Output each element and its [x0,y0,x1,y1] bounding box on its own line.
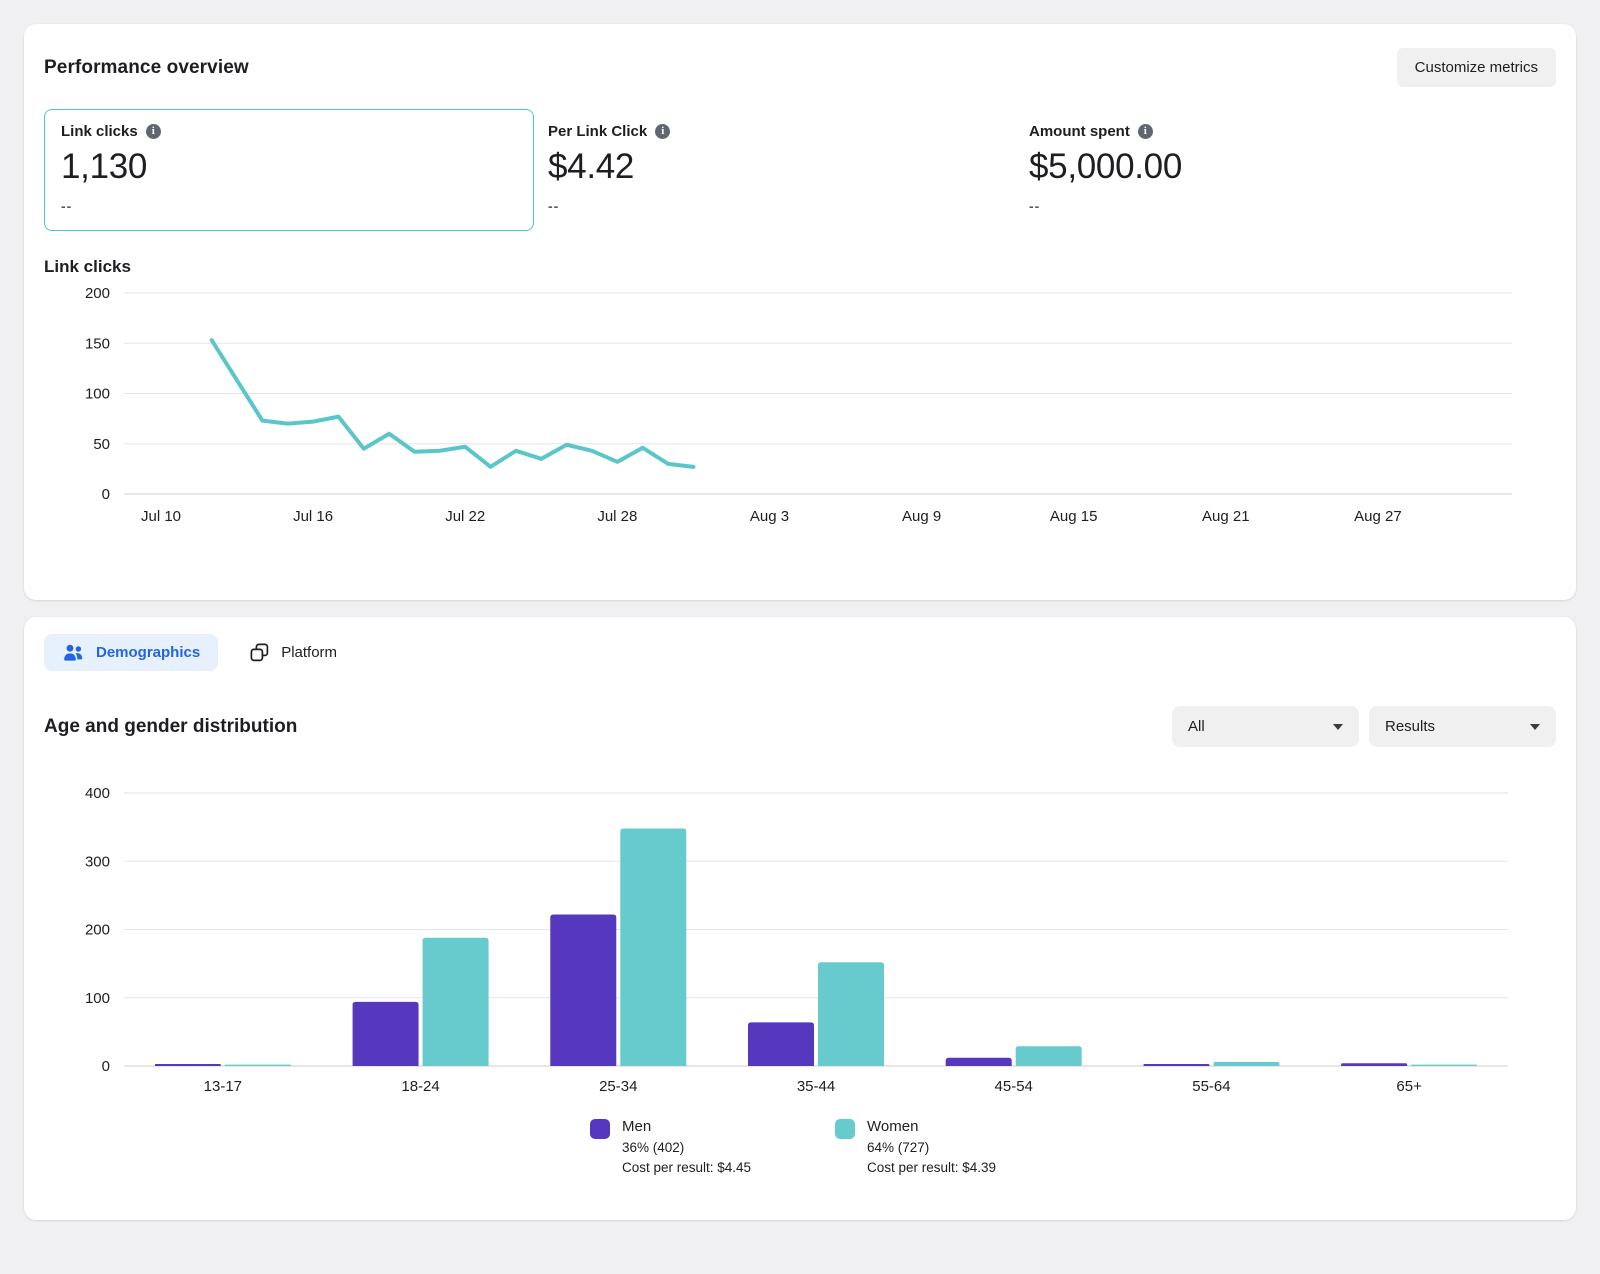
breakdown-card: Demographics Platform Age and gender dis… [24,617,1576,1220]
svg-text:Aug 3: Aug 3 [750,508,789,525]
svg-text:150: 150 [85,335,110,352]
legend-swatch [835,1119,855,1139]
metric-label: Link clicks [61,123,138,140]
info-icon[interactable]: i [655,124,670,139]
svg-text:200: 200 [85,922,110,939]
link-clicks-line-chart: 0 50 100 150 200 Jul 10 Jul 16 Jul 22 Jul 28 Aug … [44,283,1548,537]
metric-value: $5,000.00 [1029,147,1182,187]
section-header: Age and gender distribution All Results [44,706,1556,747]
overlapping-squares-icon [250,643,269,662]
chart-legend: Men 36% (402) Cost per result: $4.45 Wom… [44,1118,1556,1175]
legend-name: Women [867,1118,996,1135]
legend-swatch [590,1119,610,1139]
metric-delta: -- [548,198,1029,214]
svg-text:100: 100 [85,990,110,1007]
metric-delta: -- [1029,198,1182,214]
legend-item-men: Men 36% (402) Cost per result: $4.45 [590,1118,765,1175]
svg-text:Jul 22: Jul 22 [445,508,485,525]
age-gender-bar-chart: 0 100 200 300 400 13-17 18-24 25-34 35-44 45-54 55… [44,775,1548,1101]
metric-value: $4.42 [548,147,1029,187]
svg-text:35-44: 35-44 [797,1078,835,1095]
age-gender-title: Age and gender distribution [44,716,297,738]
svg-text:300: 300 [85,853,110,870]
svg-text:200: 200 [85,285,110,302]
svg-text:400: 400 [85,785,110,802]
svg-text:Jul 28: Jul 28 [597,508,637,525]
breakdown-tabs: Demographics Platform [44,633,1556,672]
svg-text:Jul 16: Jul 16 [293,508,333,525]
legend-cost: Cost per result: $4.39 [867,1160,996,1175]
legend-share: 36% (402) [622,1140,751,1155]
dropdown-value: All [1188,718,1205,735]
dropdown-value: Results [1385,718,1435,735]
metric-label: Amount spent [1029,123,1130,140]
svg-text:0: 0 [102,486,110,503]
metric-value: 1,130 [61,147,517,187]
svg-text:Aug 15: Aug 15 [1050,508,1098,525]
line-chart-title: Link clicks [44,257,1556,277]
svg-text:25-34: 25-34 [599,1078,637,1095]
metric-card-amount-spent[interactable]: Amount spent i $5,000.00 -- [1029,109,1182,214]
people-icon [62,644,84,661]
legend-name: Men [622,1118,751,1135]
chevron-down-icon [1333,724,1343,730]
filter-dropdown-results[interactable]: Results [1369,706,1556,747]
filter-dropdown-all[interactable]: All [1172,706,1359,747]
svg-text:65+: 65+ [1396,1078,1422,1095]
customize-metrics-button[interactable]: Customize metrics [1397,48,1556,87]
metric-label: Per Link Click [548,123,647,140]
metric-delta: -- [61,198,517,214]
svg-text:Aug 9: Aug 9 [902,508,941,525]
chevron-down-icon [1530,724,1540,730]
tab-label: Demographics [96,644,200,661]
svg-text:55-64: 55-64 [1192,1078,1230,1095]
svg-text:Jul 10: Jul 10 [141,508,181,525]
performance-overview-card: Performance overview Customize metrics L… [24,24,1576,600]
svg-text:50: 50 [93,436,110,453]
metric-card-link-clicks[interactable]: Link clicks i 1,130 -- [44,109,534,231]
svg-text:Aug 21: Aug 21 [1202,508,1250,525]
filters: All Results [1172,706,1556,747]
tab-demographics[interactable]: Demographics [44,634,218,671]
svg-text:0: 0 [102,1058,110,1075]
legend-cost: Cost per result: $4.45 [622,1160,751,1175]
svg-text:Aug 27: Aug 27 [1354,508,1402,525]
svg-text:13-17: 13-17 [204,1078,242,1095]
tab-label: Platform [281,644,337,661]
metrics-row: Link clicks i 1,130 -- Per Link Click i … [44,109,1556,231]
info-icon[interactable]: i [146,124,161,139]
performance-header: Performance overview Customize metrics [44,48,1556,87]
svg-text:45-54: 45-54 [995,1078,1033,1095]
performance-title: Performance overview [44,57,249,79]
legend-item-women: Women 64% (727) Cost per result: $4.39 [835,1118,1010,1175]
tab-platform[interactable]: Platform [232,633,355,672]
svg-text:18-24: 18-24 [401,1078,439,1095]
info-icon[interactable]: i [1138,124,1153,139]
svg-text:100: 100 [85,386,110,403]
metric-card-per-link-click[interactable]: Per Link Click i $4.42 -- [548,109,1029,214]
legend-share: 64% (727) [867,1140,996,1155]
